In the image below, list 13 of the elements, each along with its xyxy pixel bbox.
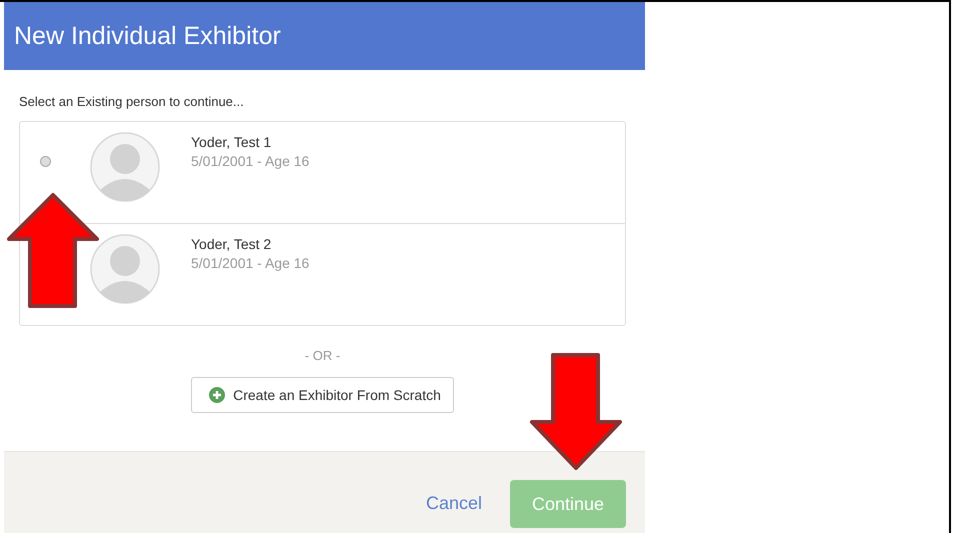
radio-button[interactable] xyxy=(40,156,51,167)
person-details: 5/01/2001 - Age 16 xyxy=(191,254,310,273)
dialog-title: New Individual Exhibitor xyxy=(14,22,281,50)
person-details: 5/01/2001 - Age 16 xyxy=(191,152,310,171)
create-exhibitor-button[interactable]: Create an Exhibitor From Scratch xyxy=(191,377,454,413)
or-separator: - OR - xyxy=(304,348,342,363)
avatar-icon xyxy=(90,132,160,202)
person-name: Yoder, Test 2 xyxy=(191,235,272,254)
person-row[interactable]: Yoder, Test 2 5/01/2001 - Age 16 xyxy=(20,224,625,325)
avatar-icon xyxy=(90,234,160,304)
prompt-text: Select an Existing person to continue... xyxy=(19,94,245,109)
plus-icon xyxy=(209,387,226,403)
person-name: Yoder, Test 1 xyxy=(191,133,272,152)
